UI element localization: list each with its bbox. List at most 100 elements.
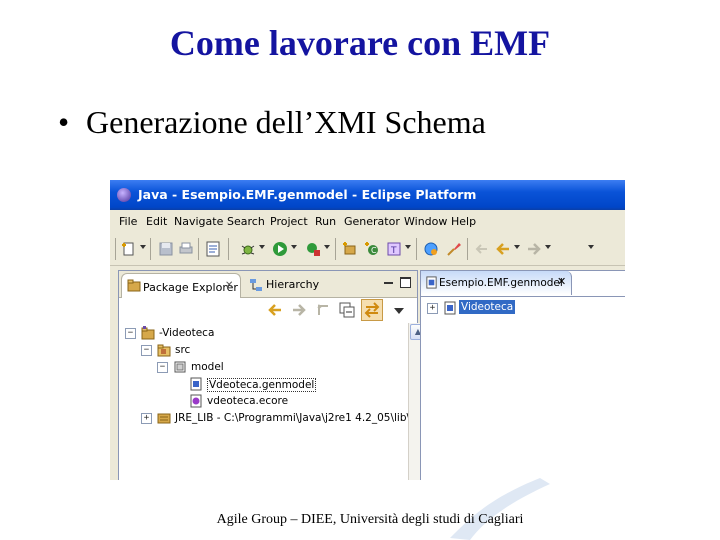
tree-node-model[interactable]: − model (157, 359, 365, 376)
open-type-dropdown-icon[interactable] (405, 245, 411, 249)
minimize-icon[interactable] (384, 282, 393, 284)
back-icon[interactable] (495, 241, 511, 257)
tree-node-label: vdeoteca.ecore (207, 395, 289, 407)
hierarchy-icon (250, 279, 262, 291)
tree-node-label: JRE_LIB - C:\Programmi\Java\j2re1 4.2_05… (175, 412, 415, 424)
toolbar-grip (115, 238, 116, 260)
package-explorer-view: Package Explorer ✕ Hierarchy − -Videotec… (118, 270, 426, 480)
search-icon[interactable] (446, 241, 462, 257)
tree-expander[interactable]: − (157, 362, 168, 373)
editor-tab-label: Esempio.EMF.genmodel (439, 277, 563, 289)
window-titlebar[interactable]: Java - Esempio.EMF.genmodel - Eclipse Pl… (110, 180, 625, 210)
back-icon[interactable] (267, 303, 283, 317)
tree-expander[interactable]: − (125, 328, 136, 339)
menu-help[interactable]: Help (451, 215, 476, 228)
new-class-icon[interactable]: C (364, 241, 380, 257)
tree-expander[interactable]: + (427, 303, 438, 314)
bullet-symbol: • (58, 104, 70, 140)
debug-icon[interactable] (240, 241, 256, 257)
package-tree: − -Videoteca − src − model Vdeoteca.genm… (119, 323, 414, 480)
toolbar-separator (150, 238, 151, 260)
main-toolbar: C T (110, 233, 625, 266)
menu-bar: File Edit Navigate Search Project Run Ge… (110, 210, 625, 232)
toolbar-separator (467, 238, 468, 260)
tree-node-videoteca-root[interactable]: + Videoteca (427, 300, 577, 317)
jar-icon (157, 413, 171, 424)
open-perspective-icon[interactable] (423, 241, 439, 257)
menu-navigate[interactable]: Navigate (174, 215, 223, 228)
view-toolbar (119, 298, 417, 322)
close-icon[interactable]: ✕ (225, 280, 233, 291)
tree-node-label: src (175, 344, 191, 356)
tree-node-videoteca[interactable]: − -Videoteca (125, 325, 365, 342)
genmodel-editor: Esempio.EMF.genmodel ✕ + Videoteca (420, 270, 625, 480)
tree-expander[interactable]: + (141, 413, 152, 424)
svg-text:T: T (390, 246, 397, 256)
tree-node-jre-lib[interactable]: + JRE_LIB - C:\Programmi\Java\j2re1 4.2_… (141, 410, 414, 427)
save-icon[interactable] (158, 241, 174, 257)
view-menu-icon[interactable] (394, 308, 404, 314)
slide-title: Come lavorare con EMF (169, 23, 551, 63)
debug-dropdown-icon[interactable] (259, 245, 265, 249)
ecore-icon (190, 394, 202, 408)
menu-search[interactable]: Search (227, 215, 265, 228)
maximize-icon[interactable] (400, 277, 411, 288)
toolbar-separator (335, 238, 336, 260)
new-icon[interactable] (121, 241, 137, 257)
tree-node-genmodel[interactable]: Vdeoteca.genmodel (189, 376, 365, 393)
package-icon (174, 361, 186, 373)
menu-file[interactable]: File (119, 215, 137, 228)
forward-icon[interactable] (291, 303, 307, 317)
run-dropdown-icon[interactable] (291, 245, 297, 249)
close-icon[interactable]: ✕ (557, 275, 566, 288)
open-type-icon[interactable]: T (386, 241, 402, 257)
tab-genmodel-editor[interactable]: Esempio.EMF.genmodel ✕ (421, 271, 572, 295)
collapse-all-icon[interactable] (339, 302, 355, 318)
tab-package-explorer[interactable]: Package Explorer ✕ (121, 273, 241, 298)
tree-expander[interactable]: − (141, 345, 152, 356)
menu-project[interactable]: Project (270, 215, 308, 228)
genmodel-icon (426, 276, 437, 289)
svg-text:C: C (371, 246, 377, 255)
slide-footer: Agile Group – DIEE, Università degli stu… (216, 512, 524, 527)
decorative-swoosh (450, 478, 550, 540)
last-edit-icon[interactable] (474, 241, 490, 257)
tab-package-explorer-label: Package Explorer (143, 281, 238, 294)
menu-run[interactable]: Run (315, 215, 336, 228)
source-folder-icon (157, 344, 171, 357)
tab-hierarchy[interactable]: Hierarchy (266, 278, 319, 291)
external-tools-icon[interactable] (305, 241, 321, 257)
toolbar-separator (198, 238, 199, 260)
package-explorer-icon (127, 279, 141, 292)
external-tools-dropdown-icon[interactable] (324, 245, 330, 249)
binary-icon[interactable] (205, 241, 221, 257)
view-tab-bar: Package Explorer ✕ Hierarchy (119, 271, 417, 298)
run-icon[interactable] (272, 241, 288, 257)
toolbar-separator (228, 238, 229, 260)
forward-dropdown-icon[interactable] (545, 245, 551, 249)
eclipse-window: Java - Esempio.EMF.genmodel - Eclipse Pl… (110, 180, 625, 480)
editor-tree: + Videoteca (421, 297, 625, 480)
new-package-icon[interactable] (342, 241, 358, 257)
forward-icon[interactable] (526, 241, 542, 257)
bullet-item: • Generazione dell’XMI Schema (58, 104, 486, 141)
eclipse-icon (117, 188, 131, 202)
tree-node-src[interactable]: − src (141, 342, 365, 359)
back-dropdown-icon[interactable] (514, 245, 520, 249)
tree-node-label: Videoteca (459, 300, 516, 314)
window-title: Java - Esempio.EMF.genmodel - Eclipse Pl… (138, 187, 477, 202)
menu-edit[interactable]: Edit (146, 215, 167, 228)
toolbar-separator (416, 238, 417, 260)
genmodel-icon (190, 377, 202, 391)
new-dropdown-icon[interactable] (140, 245, 146, 249)
toolbar-overflow-icon[interactable] (588, 245, 594, 249)
tree-node-ecore[interactable]: vdeoteca.ecore (189, 393, 365, 410)
print-icon[interactable] (178, 241, 194, 257)
up-icon[interactable] (315, 303, 331, 317)
menu-window[interactable]: Window (404, 215, 447, 228)
project-icon (141, 326, 155, 340)
bullet-text: Generazione dell’XMI Schema (86, 104, 486, 140)
tree-node-label: model (191, 361, 224, 373)
menu-generator[interactable]: Generator (344, 215, 400, 228)
link-with-editor-icon[interactable] (361, 299, 383, 321)
